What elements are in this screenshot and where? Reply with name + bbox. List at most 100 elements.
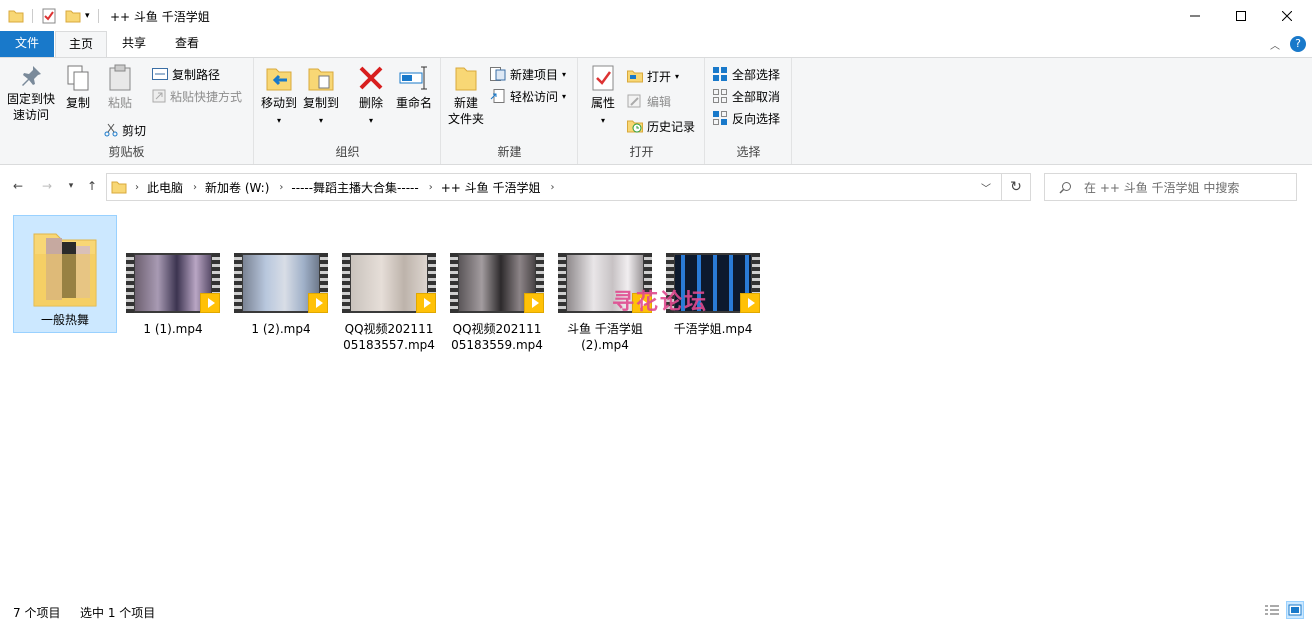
copy-path-icon	[152, 68, 168, 80]
video-thumbnail	[126, 253, 220, 313]
copy-to-icon	[308, 68, 334, 91]
qa-customize-icon[interactable]: ▾	[85, 11, 90, 21]
pin-to-quick-access-button[interactable]: 固定到快 速访问	[4, 64, 58, 123]
close-button[interactable]	[1264, 0, 1310, 31]
paste-shortcut-button[interactable]: 粘贴快捷方式	[152, 86, 242, 106]
dropdown-arrow-icon: ▾	[276, 116, 281, 125]
details-view-icon	[1265, 605, 1279, 615]
open-button[interactable]: 打开 ▾	[627, 66, 679, 86]
up-arrow-icon: ↑	[86, 179, 98, 193]
tab-view[interactable]: 查看	[162, 31, 212, 57]
cut-button[interactable]: 剪切	[104, 120, 146, 140]
refresh-icon: ↻	[1010, 179, 1022, 195]
group-clipboard: 固定到快 速访问 复制 粘贴 复制路径 粘贴快捷方式 剪切 剪贴板	[0, 58, 254, 164]
select-none-button[interactable]: 全部取消	[712, 86, 780, 106]
dropdown-arrow-icon: ▾	[675, 71, 680, 81]
properties-button[interactable]: 属性 ▾	[585, 64, 621, 129]
history-label: 历史记录	[647, 119, 696, 134]
breadcrumb-current[interactable]: ++ 斗鱼 千浯学姐 ›	[441, 179, 555, 196]
breadcrumb-collection[interactable]: -----舞蹈主播大合集----- ›	[291, 179, 432, 196]
forward-button[interactable]: →	[38, 177, 56, 195]
help-icon[interactable]: ?	[1290, 36, 1306, 52]
breadcrumb-separator-icon[interactable]: ›	[429, 182, 433, 193]
status-bar: 7 个项目 选中 1 个项目	[0, 597, 1312, 624]
select-all-button[interactable]: 全部选择	[712, 64, 780, 84]
breadcrumb-drive[interactable]: 新加卷 (W:) ›	[205, 179, 283, 196]
copy-to-label: 复制到	[302, 96, 339, 110]
large-icons-view-button[interactable]	[1286, 601, 1304, 619]
folder-thumbnail	[30, 224, 100, 310]
open-folder-icon	[627, 70, 643, 83]
group-open: 属性 ▾ 打开 ▾ 编辑 历史记录 打开	[579, 58, 705, 164]
minimize-icon	[1190, 15, 1200, 16]
invert-selection-button[interactable]: 反向选择	[712, 108, 780, 128]
copy-button[interactable]: 复制	[62, 64, 94, 111]
breadcrumb-separator-icon[interactable]: ›	[550, 182, 554, 193]
pin-label-line1: 固定到快	[6, 92, 55, 106]
edit-button[interactable]: 编辑	[627, 91, 671, 111]
details-view-button[interactable]	[1264, 603, 1280, 617]
breadcrumb-label: 新加卷 (W:)	[205, 180, 270, 195]
properties-icon[interactable]	[41, 8, 57, 24]
list-item[interactable]: 一般热舞	[13, 215, 117, 333]
file-name: 1 (1).mp4	[143, 322, 203, 336]
breadcrumb-this-pc[interactable]: 此电脑 ›	[147, 179, 197, 196]
list-item[interactable]: QQ视频20211105183557.mp4	[337, 253, 441, 353]
rename-icon	[399, 66, 427, 90]
list-item[interactable]: 1 (2).mp4	[229, 253, 333, 337]
history-button[interactable]: 历史记录	[627, 116, 695, 136]
address-bar[interactable]: › 此电脑 › 新加卷 (W:) › -----舞蹈主播大合集----- › ++ 斗…	[106, 173, 1002, 201]
maximize-button[interactable]	[1218, 0, 1264, 31]
copy-path-button[interactable]: 复制路径	[152, 64, 220, 84]
tab-home[interactable]: 主页	[55, 31, 107, 58]
list-item[interactable]: 1 (1).mp4	[121, 253, 225, 337]
properties-icon	[592, 65, 614, 91]
new-folder-button[interactable]: 新建 文件夹	[446, 64, 486, 127]
dropdown-arrow-icon: ▾	[368, 116, 373, 125]
file-name: 1 (2).mp4	[251, 322, 311, 336]
minimize-button[interactable]	[1172, 0, 1218, 31]
player-badge-icon	[524, 293, 544, 313]
title-bar: ▾ ++ 斗鱼 千浯学姐	[0, 0, 1312, 31]
player-badge-icon	[740, 293, 760, 313]
player-badge-icon	[416, 293, 436, 313]
new-folder-icon[interactable]	[65, 8, 81, 24]
dropdown-arrow-icon: ▾	[600, 116, 605, 125]
window-title: ++ 斗鱼 千浯学姐	[110, 10, 210, 24]
tab-file[interactable]: 文件	[0, 31, 54, 57]
dropdown-arrow-icon: ▾	[562, 91, 567, 101]
breadcrumb-separator-icon[interactable]: ›	[279, 182, 283, 193]
address-dropdown-icon[interactable]: ﹀	[981, 180, 991, 195]
breadcrumb-separator-icon[interactable]: ›	[135, 182, 139, 193]
file-name: QQ视频20211105183557.mp4	[343, 322, 435, 352]
paste-button[interactable]: 粘贴	[102, 64, 138, 111]
select-none-icon	[713, 89, 727, 103]
new-item-button[interactable]: 新建项目 ▾	[490, 64, 566, 84]
paste-label: 粘贴	[107, 96, 132, 110]
folder-icon	[111, 181, 127, 194]
search-input[interactable]: 在 ++ 斗鱼 千浯学姐 中搜索	[1044, 173, 1297, 201]
history-icon	[627, 120, 643, 133]
qa-divider	[97, 9, 99, 23]
open-label: 打开	[647, 69, 672, 84]
breadcrumb-separator-icon[interactable]: ›	[193, 182, 197, 193]
forward-arrow-icon: →	[41, 179, 53, 193]
list-item[interactable]: QQ视频20211105183559.mp4	[445, 253, 549, 353]
recent-locations-button[interactable]: ▾	[62, 177, 80, 195]
tab-share[interactable]: 共享	[110, 31, 158, 57]
move-to-button[interactable]: 移动到 ▾	[259, 64, 299, 129]
rename-button[interactable]: 重命名	[393, 64, 435, 111]
refresh-button[interactable]: ↻	[1001, 173, 1031, 201]
copy-to-button[interactable]: 复制到 ▾	[301, 64, 341, 129]
invert-selection-label: 反向选择	[732, 111, 781, 126]
rename-label: 重命名	[395, 96, 432, 110]
easy-access-button[interactable]: 轻松访问 ▾	[490, 86, 566, 106]
group-select: 全部选择 全部取消 反向选择 选择	[706, 58, 792, 164]
select-all-icon	[713, 67, 727, 81]
scissors-icon	[104, 123, 118, 137]
collapse-ribbon-icon[interactable]: ︿	[1270, 37, 1280, 52]
delete-button[interactable]: 删除 ▾	[355, 64, 387, 129]
back-button[interactable]: ←	[9, 177, 27, 195]
paste-icon	[109, 64, 131, 91]
up-button[interactable]: ↑	[83, 177, 101, 195]
